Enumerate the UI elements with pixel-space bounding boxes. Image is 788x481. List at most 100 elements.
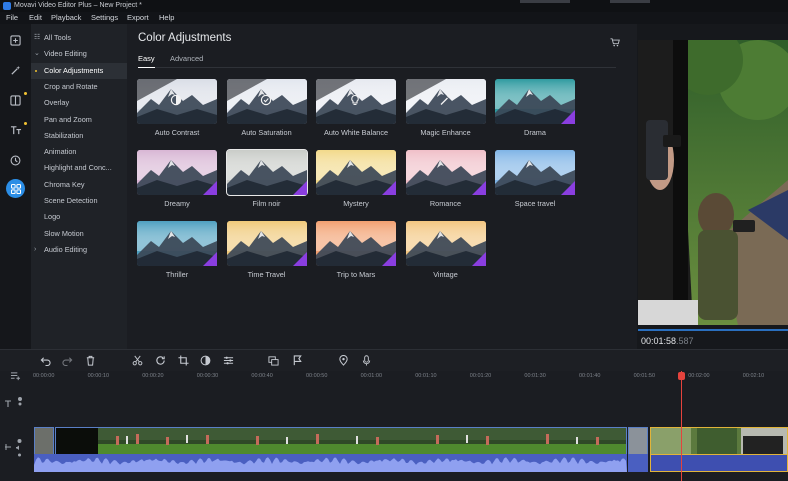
sidebar-item-animation[interactable]: Animation (31, 144, 127, 160)
sidebar-item-crop-and-rotate[interactable]: Crop and Rotate (31, 79, 127, 95)
rail-more-tools-button[interactable] (6, 179, 25, 198)
premium-badge-icon (292, 181, 307, 195)
cut-icon[interactable] (132, 355, 143, 366)
preset-mystery[interactable]: Mystery (316, 150, 396, 210)
ruler-tick-label: 00:01:10 (415, 373, 437, 379)
preset-space-travel[interactable]: Space travel (495, 150, 575, 210)
app-logo-icon (3, 2, 11, 10)
video-clip[interactable] (55, 427, 627, 455)
menu-file[interactable]: File (6, 12, 18, 24)
sidebar-item-scene-detection[interactable]: Scene Detection (31, 193, 127, 209)
preset-time-travel[interactable]: Time Travel (226, 221, 307, 281)
video-clip[interactable] (628, 427, 648, 455)
timeline-ruler[interactable]: 00:00:00 00:00:10 00:00:20 00:00:30 00:00:40… (0, 371, 788, 383)
premium-badge-icon (471, 181, 486, 195)
track-visibility-icon[interactable] (16, 396, 24, 406)
menu-playback[interactable]: Playback (51, 12, 81, 24)
preset-auto-contrast[interactable]: Auto Contrast (137, 79, 217, 139)
preset-thriller[interactable]: Thriller (137, 221, 217, 281)
tab-easy[interactable]: Easy (138, 54, 155, 68)
tab-advanced[interactable]: Advanced (170, 54, 203, 68)
preset-drama[interactable]: Drama (495, 79, 575, 139)
flag-icon[interactable] (292, 355, 303, 366)
sidebar-item-highlight-and-conc[interactable]: Highlight and Conc... (31, 160, 127, 176)
menu-help[interactable]: Help (159, 12, 174, 24)
ruler-tick-label: 00:00:10 (87, 373, 110, 379)
timeline-tracks (0, 372, 788, 481)
preset-trip-to-mars[interactable]: Trip to Mars (316, 221, 396, 281)
rail-transitions-button[interactable] (6, 91, 27, 110)
sidebar-item-logo[interactable]: Logo (31, 209, 127, 225)
stickers-icon (10, 155, 21, 166)
window-strip (610, 0, 650, 3)
preset-magic-enhance[interactable]: Magic Enhance (405, 79, 486, 139)
sidebar-item-chroma-key[interactable]: Chroma Key (31, 177, 127, 193)
preset-auto-white-balance[interactable]: Auto White Balance (316, 79, 396, 139)
timecode-main: 00:01:58 (641, 336, 677, 346)
preview-progress[interactable] (638, 329, 788, 331)
preview-timecode: 00:01:58.587 (641, 336, 694, 346)
rail-import-button[interactable] (6, 31, 25, 50)
sidebar-item-label: All Tools (44, 33, 72, 42)
premium-badge-icon (292, 252, 307, 266)
rotate-icon[interactable] (155, 355, 166, 366)
more-tools-icon (10, 183, 21, 194)
link-icon[interactable] (4, 443, 12, 451)
ruler-tick-label: 00:00:20 (142, 373, 164, 379)
sidebar-item-color-adjustments[interactable]: Color Adjustments (31, 62, 127, 79)
undo-icon[interactable] (40, 355, 51, 366)
sidebar-item-label: Crop and Rotate (44, 81, 98, 91)
premium-badge-icon (382, 252, 396, 266)
menu-settings[interactable]: Settings (91, 12, 118, 24)
video-clip[interactable] (34, 427, 54, 455)
insert-icon[interactable] (268, 355, 279, 366)
track-controls-icon[interactable] (15, 438, 24, 460)
chevron-right-icon: › (34, 245, 37, 253)
audio-clip[interactable] (628, 454, 648, 472)
preset-dreamy[interactable]: Dreamy (137, 150, 217, 210)
audio-clip-selected[interactable] (650, 454, 788, 472)
sidebar-item-video-editing[interactable]: ⌄ Video Editing (31, 46, 127, 62)
settings-sliders-icon[interactable] (223, 355, 234, 366)
video-clip-selected[interactable] (650, 427, 788, 455)
preset-film-noir[interactable]: Film noir (225, 149, 308, 210)
menu-export[interactable]: Export (127, 12, 149, 24)
sidebar-item-audio-editing[interactable]: › Audio Editing (31, 242, 127, 258)
preset-auto-saturation[interactable]: Auto Saturation (226, 79, 307, 139)
playhead-handle[interactable] (678, 372, 685, 380)
add-track-icon[interactable] (10, 371, 21, 381)
preset-vintage[interactable]: Vintage (405, 221, 486, 281)
sidebar-item-pan-and-zoom[interactable]: Pan and Zoom (31, 112, 127, 128)
mic-icon[interactable] (361, 355, 372, 366)
ruler-tick-label: 00:02:00 (688, 373, 710, 379)
preset-label: Auto Saturation (241, 128, 292, 137)
playhead[interactable] (678, 371, 685, 481)
rail-filters-button[interactable] (6, 61, 25, 80)
preset-label: Auto Contrast (154, 128, 200, 137)
wand-icon (440, 95, 450, 105)
preset-label: Mystery (343, 199, 369, 208)
sidebar-item-overlay[interactable]: Overlay (31, 95, 127, 111)
premium-badge-icon (203, 252, 217, 266)
video-preview[interactable] (638, 40, 788, 325)
redo-icon[interactable] (62, 355, 73, 366)
sidebar-item-all-tools[interactable]: ☷ All Tools (31, 30, 127, 46)
rail-stickers-button[interactable] (6, 151, 25, 170)
bulb-icon (351, 94, 359, 106)
crop-icon[interactable] (178, 355, 189, 366)
title-bar: Movavi Video Editor Plus – New Project * (0, 0, 788, 12)
menu-edit[interactable]: Edit (29, 12, 42, 24)
audio-clip[interactable] (34, 454, 627, 472)
sidebar-item-slow-motion[interactable]: Slow Motion (31, 226, 127, 242)
rail-titles-button[interactable] (6, 121, 27, 140)
preset-romance[interactable]: Romance (405, 150, 486, 210)
preset-label: Vintage (433, 270, 458, 279)
sidebar-item-stabilization[interactable]: Stabilization (31, 128, 127, 144)
delete-icon[interactable] (85, 355, 96, 366)
new-badge (24, 122, 27, 125)
color-icon[interactable] (200, 355, 211, 366)
cart-icon[interactable] (610, 38, 620, 47)
marker-icon[interactable] (338, 355, 349, 366)
preset-label: Thriller (165, 270, 189, 279)
premium-badge-icon (561, 110, 575, 124)
